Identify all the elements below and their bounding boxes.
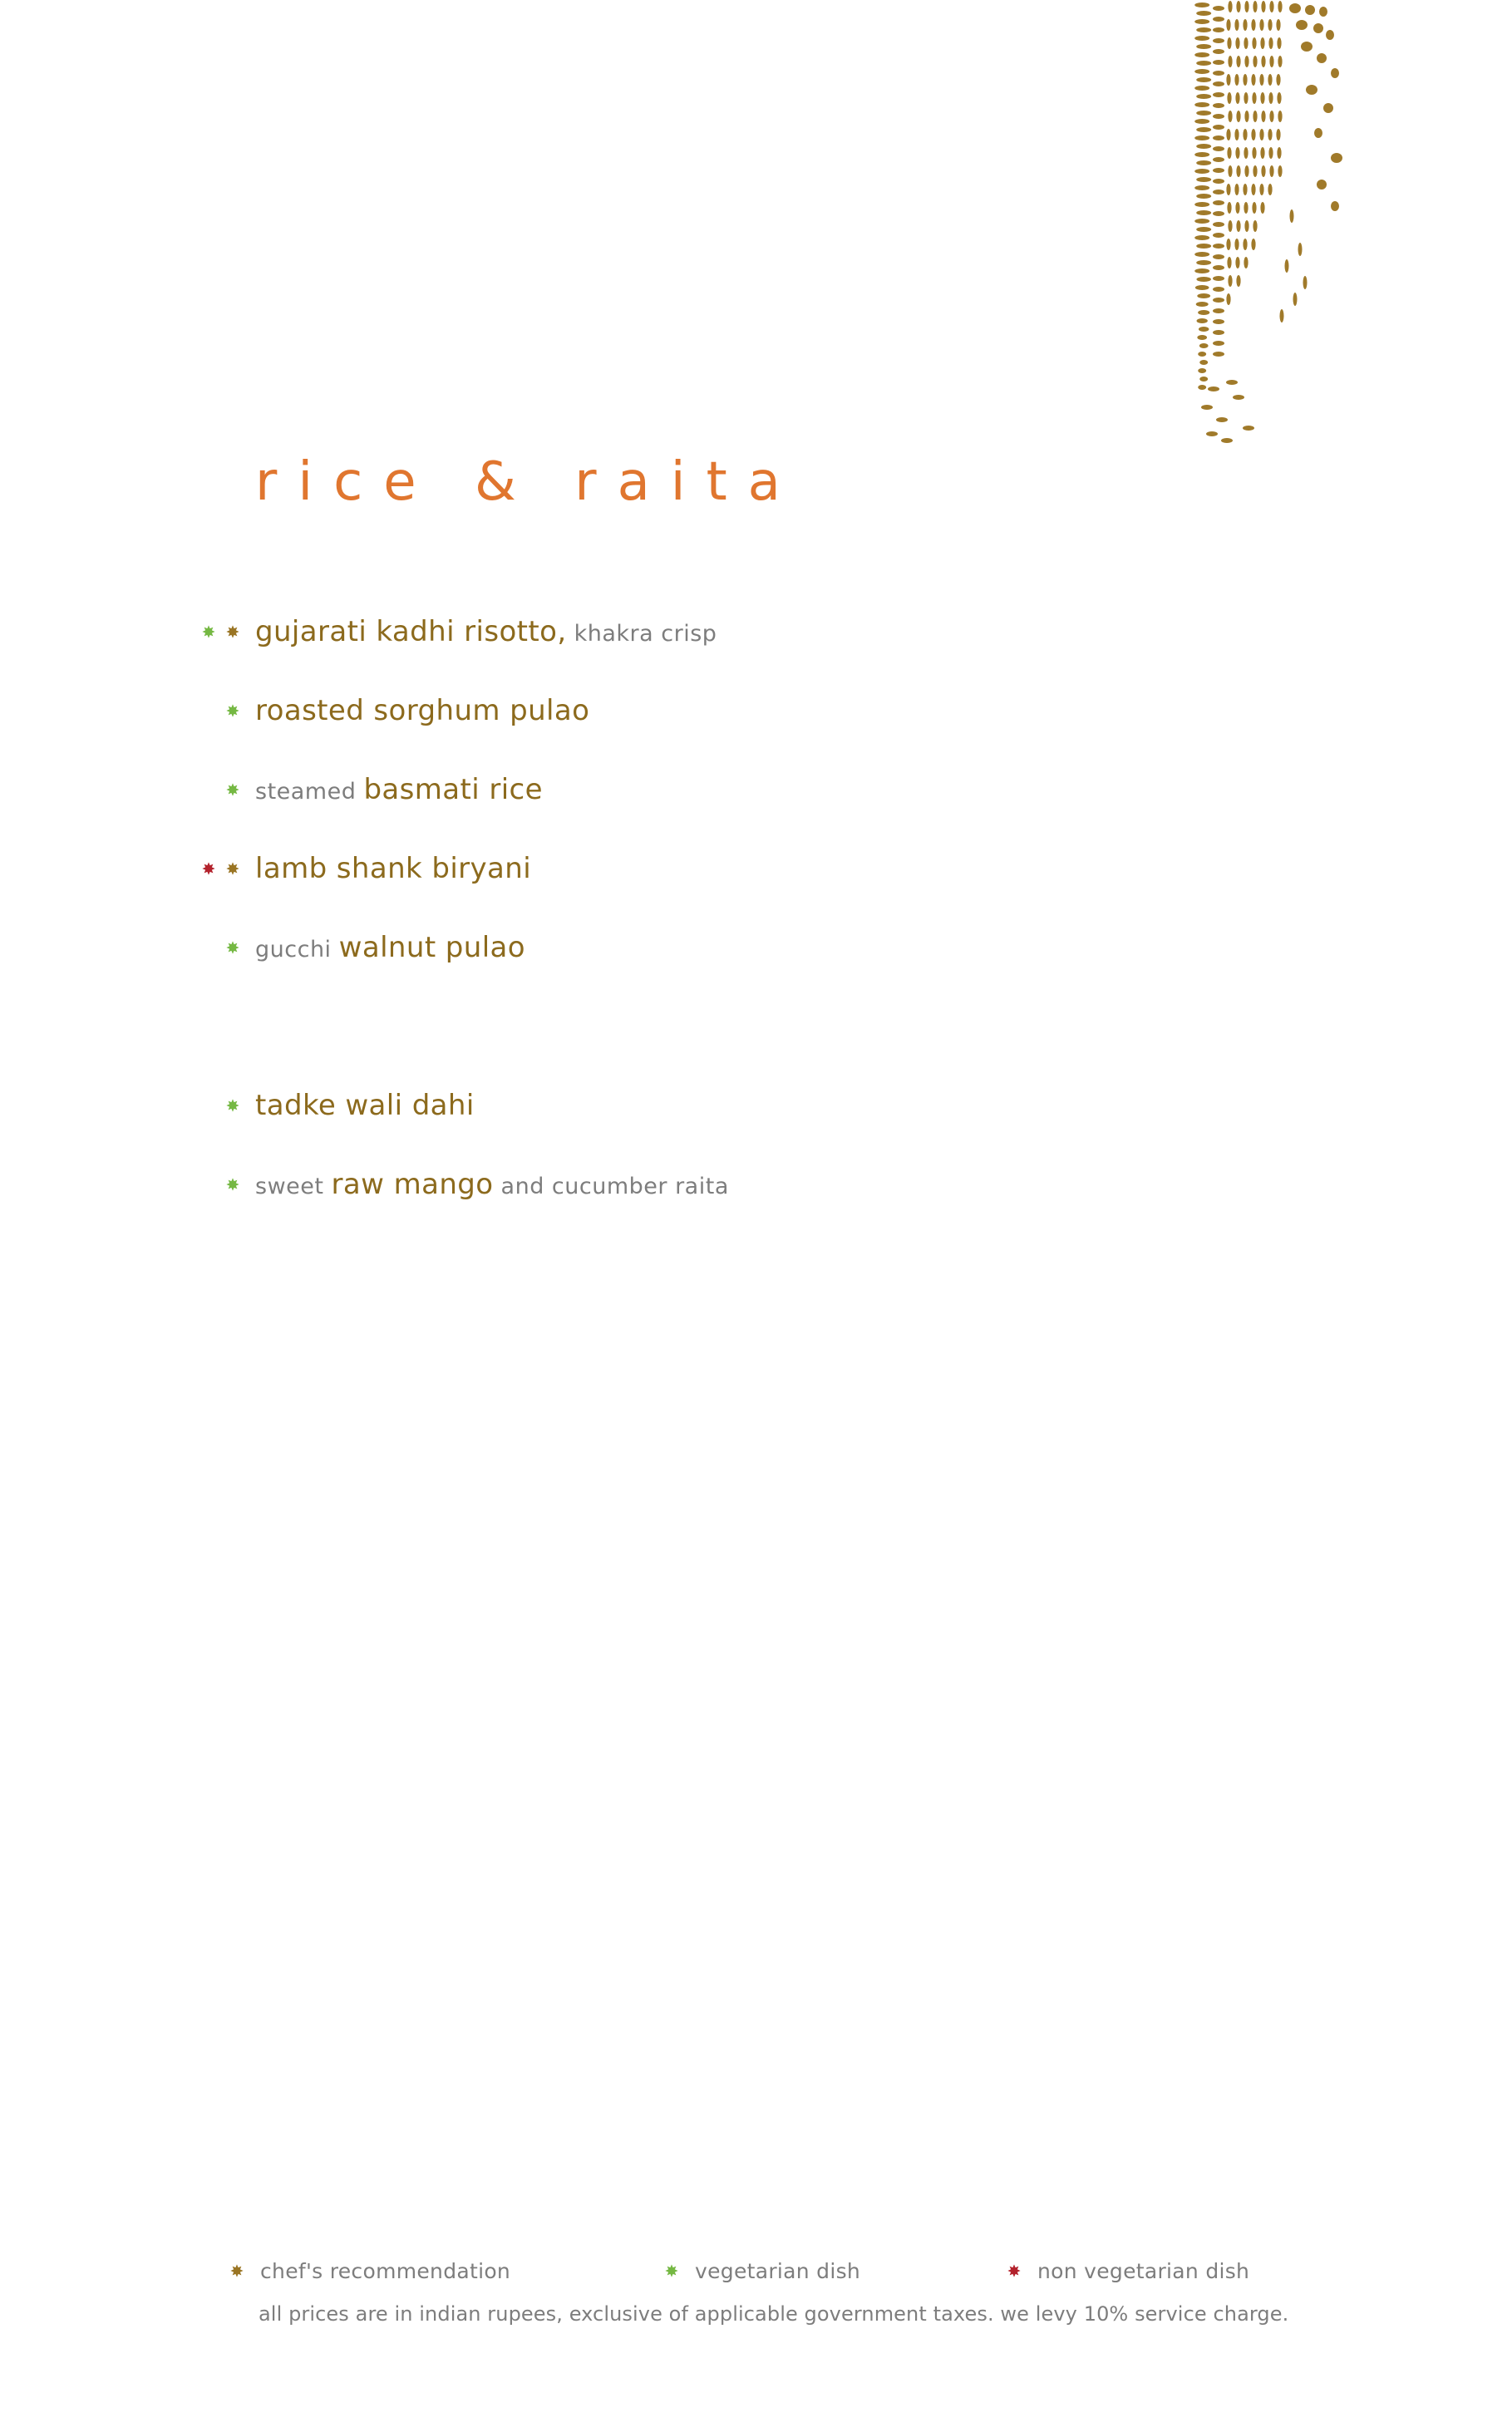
menu-item-lamb-shank-biryani: lamb shank biryani [199,844,531,894]
dish-name-part: tadke wali dahi [255,1089,475,1122]
dish-name-part: raw mango [331,1168,494,1201]
menu-item-steamed-basmati-rice: steamed basmati rice [199,765,543,815]
menu-item-sweet-raw-mango-raita: sweet raw mango and cucumber raita [199,1159,729,1209]
dish-markers [199,607,255,657]
dish-name: steamed basmati rice [255,775,543,804]
veg-dish-icon [226,1178,239,1191]
dish-description: sweet [255,1174,332,1199]
dish-name-part: lamb shank biryani [255,852,532,885]
veg-dish-icon [665,2264,678,2277]
dish-name: sweet raw mango and cucumber raita [255,1170,729,1199]
menu-item-gujarati-kadhi-risotto: gujarati kadhi risotto, khakra crisp [199,607,717,657]
dish-name: tadke wali dahi [255,1091,475,1120]
dish-description: and cucumber raita [493,1174,729,1199]
veg-dish-icon [226,941,239,954]
dish-name: lamb shank biryani [255,854,531,883]
dish-description: steamed [255,779,364,805]
chef-recommendation-icon [230,2264,244,2277]
dish-markers [199,686,255,736]
menu-item-roasted-sorghum-pulao: roasted sorghum pulao [199,686,589,736]
decorative-pattern [1194,1,1342,443]
dish-markers [199,1159,255,1209]
legend-nonveg-label: non vegetarian dish [1037,2258,1250,2283]
menu-item-tadke-wali-dahi: tadke wali dahi [199,1081,475,1130]
dish-markers [199,1081,255,1130]
dish-name-part: gujarati kadhi risotto, [255,615,567,648]
legend-veg-label: vegetarian dish [695,2258,861,2283]
dish-name: gucchi walnut pulao [255,933,525,962]
footer-note: all prices are in indian rupees, exclusi… [259,2302,1289,2326]
legend-chef-label: chef's recommendation [260,2258,511,2283]
chef-recommendation-icon [226,625,239,638]
legend-veg: vegetarian dish [665,2254,860,2287]
veg-dish-icon [226,704,239,717]
dish-markers [199,923,255,972]
dish-name: roasted sorghum pulao [255,697,589,725]
section-title: rice & raita [255,451,801,513]
dish-name: gujarati kadhi risotto, khakra crisp [255,618,717,646]
non-veg-dish-icon [202,862,215,875]
dish-name-part: walnut pulao [338,931,525,964]
dish-name-part: basmati rice [363,773,543,806]
non-veg-dish-icon [1007,2264,1021,2277]
veg-dish-icon [226,1099,239,1112]
menu-item-gucchi-walnut-pulao: gucchi walnut pulao [199,923,525,972]
dish-description: khakra crisp [566,621,717,647]
menu-page: rice & raita gujarati kadhi risotto, kha… [0,0,1512,2432]
dish-description: gucchi [255,937,339,962]
veg-dish-icon [226,783,239,796]
chef-recommendation-icon [226,862,239,875]
dish-markers [199,844,255,894]
legend-chef: chef's recommendation [230,2254,510,2287]
legend-nonveg: non vegetarian dish [1007,2254,1249,2287]
dish-markers [199,765,255,815]
veg-dish-icon [202,625,215,638]
dish-name-part: roasted sorghum pulao [255,694,590,727]
